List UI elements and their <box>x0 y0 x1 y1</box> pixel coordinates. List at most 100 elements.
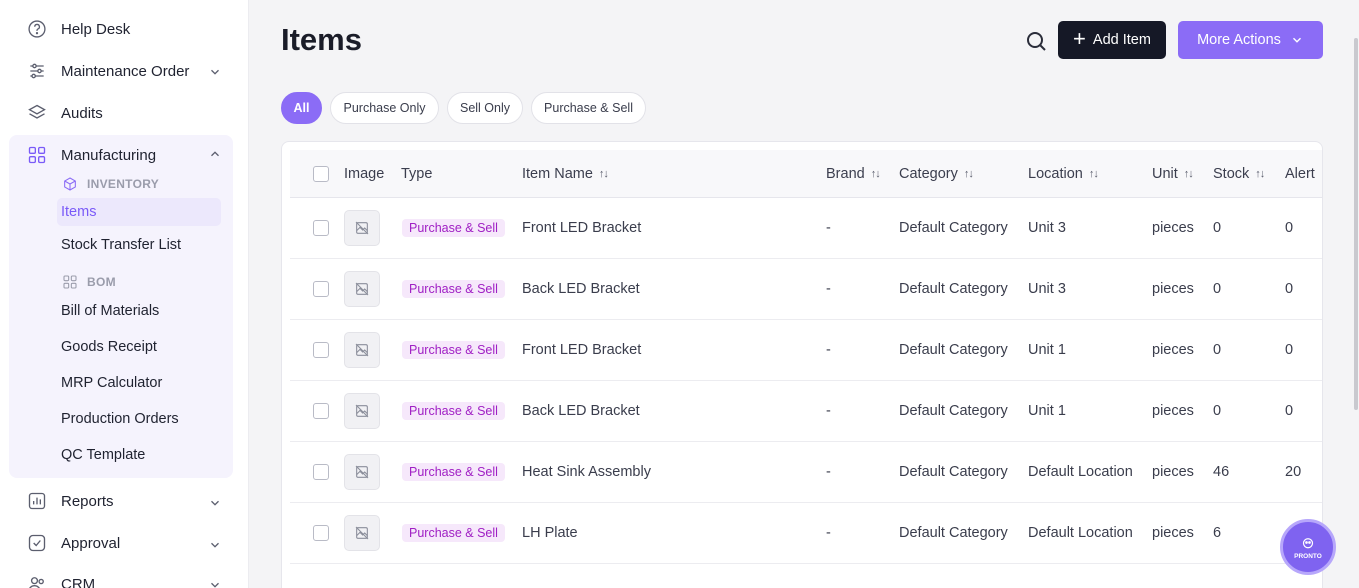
cell-unit: pieces <box>1152 342 1194 358</box>
chevron-down-icon[interactable] <box>208 65 222 79</box>
cell-type: Purchase & Sell <box>402 442 505 502</box>
chevron-up-icon[interactable] <box>208 147 222 161</box>
inventory-heading: INVENTORY <box>62 176 159 192</box>
bom-heading: BOM <box>62 274 116 290</box>
items-table: Image Type Item Name ↑↓ Brand ↑↓ Category ↑… <box>281 141 1323 588</box>
sort-icon: ↑↓ <box>1255 168 1265 180</box>
sidebar-item-production-orders[interactable]: Production Orders <box>61 411 179 427</box>
cell-category: Default Category <box>899 403 1008 419</box>
select-all-checkbox[interactable] <box>313 150 329 198</box>
cell-category: Default Category <box>899 464 1008 480</box>
sidebar-item-stock-transfer[interactable]: Stock Transfer List <box>61 237 181 253</box>
cell-brand: - <box>826 220 831 236</box>
no-image-icon <box>344 393 380 429</box>
table-row[interactable]: Purchase & Sell Back LED Bracket - Default … <box>290 259 1322 320</box>
column-item-name[interactable]: Item Name ↑↓ <box>522 150 609 198</box>
cell-brand: - <box>826 525 831 541</box>
cell-location: Unit 1 <box>1028 403 1066 419</box>
sidebar-item-items[interactable]: Items <box>57 198 221 226</box>
sidebar-item-crm[interactable]: CRM <box>26 572 95 588</box>
cell-category: Default Category <box>899 281 1008 297</box>
column-brand[interactable]: Brand ↑↓ <box>826 150 881 198</box>
row-checkbox[interactable] <box>313 442 329 502</box>
filter-purchase-only[interactable]: Purchase Only <box>330 92 439 124</box>
cell-brand: - <box>826 403 831 419</box>
cell-unit: pieces <box>1152 525 1194 541</box>
cell-name: LH Plate <box>522 525 578 541</box>
filter-sell-only[interactable]: Sell Only <box>447 92 523 124</box>
sidebar-item-reports[interactable]: Reports <box>26 489 114 513</box>
layers-icon <box>26 102 48 124</box>
cell-stock: 6 <box>1213 525 1222 541</box>
cell-name: Heat Sink Assembly <box>522 464 651 480</box>
chevron-down-icon[interactable] <box>208 538 222 552</box>
column-location[interactable]: Location ↑↓ <box>1028 150 1099 198</box>
no-image-icon <box>344 332 380 368</box>
cell-category: Default Category <box>899 525 1008 541</box>
sidebar-item-bill-of-materials[interactable]: Bill of Materials <box>61 303 159 319</box>
row-checkbox[interactable] <box>313 381 329 441</box>
cell-stock: 46 <box>1213 464 1230 480</box>
cell-location: Default Location <box>1028 525 1133 541</box>
sidebar-item-manufacturing[interactable]: Manufacturing <box>26 143 156 167</box>
cell-location: Unit 3 <box>1028 220 1066 236</box>
table-row[interactable]: Purchase & Sell Back LED Bracket - Default … <box>290 381 1322 442</box>
sidebar-item-label: Manufacturing <box>61 146 157 164</box>
row-checkbox[interactable] <box>313 198 329 258</box>
item-image <box>344 259 380 319</box>
cell-brand: - <box>826 342 831 358</box>
sliders-icon <box>26 60 48 82</box>
table-row[interactable]: Purchase & Sell Front LED Bracket - Default… <box>290 320 1322 381</box>
cell-name: Back LED Bracket <box>522 281 640 297</box>
cell-unit: pieces <box>1152 464 1194 480</box>
row-checkbox[interactable] <box>313 320 329 380</box>
sidebar-item-maintenance-order[interactable]: Maintenance Order <box>26 59 189 83</box>
cell-location: Unit 3 <box>1028 281 1066 297</box>
sidebar-item-label: CRM <box>61 575 96 588</box>
table-row[interactable]: Purchase & Sell LH Plate - Default Category… <box>290 503 1322 564</box>
plus-icon: + <box>1073 26 1086 51</box>
cell-unit: pieces <box>1152 220 1194 236</box>
table-row[interactable]: Purchase & Sell Front LED Bracket - Default… <box>290 198 1322 259</box>
more-actions-button[interactable]: More Actions <box>1178 21 1323 59</box>
cell-type: Purchase & Sell <box>402 320 505 380</box>
sidebar-item-audits[interactable]: Audits <box>26 101 103 125</box>
filter-purchase-sell[interactable]: Purchase & Sell <box>531 92 646 124</box>
sidebar-item-help-desk[interactable]: Help Desk <box>26 17 130 41</box>
column-alert: Alert <box>1285 166 1315 182</box>
column-category[interactable]: Category ↑↓ <box>899 150 974 198</box>
no-image-icon <box>344 271 380 307</box>
cell-unit: pieces <box>1152 281 1194 297</box>
sidebar-item-goods-receipt[interactable]: Goods Receipt <box>61 339 157 355</box>
row-checkbox[interactable] <box>313 503 329 563</box>
add-item-button[interactable]: + Add Item <box>1058 21 1166 59</box>
assistant-fab[interactable]: PRONTO <box>1280 519 1336 575</box>
cell-type: Purchase & Sell <box>402 198 505 258</box>
cell-brand: - <box>826 464 831 480</box>
cell-alert: 20 <box>1285 464 1302 480</box>
column-stock[interactable]: Stock ↑↓ <box>1213 150 1265 198</box>
column-type: Type <box>401 166 433 182</box>
filter-all[interactable]: All <box>281 92 322 124</box>
chevron-down-icon[interactable] <box>208 578 222 588</box>
table-row[interactable]: Purchase & Sell Heat Sink Assembly - Defaul… <box>290 442 1322 503</box>
row-checkbox[interactable] <box>313 259 329 319</box>
cell-type: Purchase & Sell <box>402 381 505 441</box>
item-image <box>344 503 380 563</box>
search-icon[interactable] <box>1024 29 1048 53</box>
cell-stock: 0 <box>1213 342 1222 358</box>
sidebar-item-mrp-calculator[interactable]: MRP Calculator <box>61 375 162 391</box>
sidebar-item-approval[interactable]: Approval <box>26 531 120 555</box>
column-unit[interactable]: Unit ↑↓ <box>1152 150 1194 198</box>
sidebar: Help Desk Maintenance Order Audits Manuf… <box>0 0 249 588</box>
chevron-down-icon[interactable] <box>208 496 222 510</box>
page-scrollbar[interactable] <box>1354 38 1358 410</box>
sidebar-item-qc-template[interactable]: QC Template <box>61 447 145 463</box>
cell-name: Front LED Bracket <box>522 220 642 236</box>
sort-icon: ↑↓ <box>963 168 974 180</box>
no-image-icon <box>344 515 380 551</box>
check-square-icon <box>26 532 48 554</box>
item-image <box>344 442 380 502</box>
cell-alert: 0 <box>1285 281 1294 297</box>
sort-icon: ↑↓ <box>870 168 881 180</box>
